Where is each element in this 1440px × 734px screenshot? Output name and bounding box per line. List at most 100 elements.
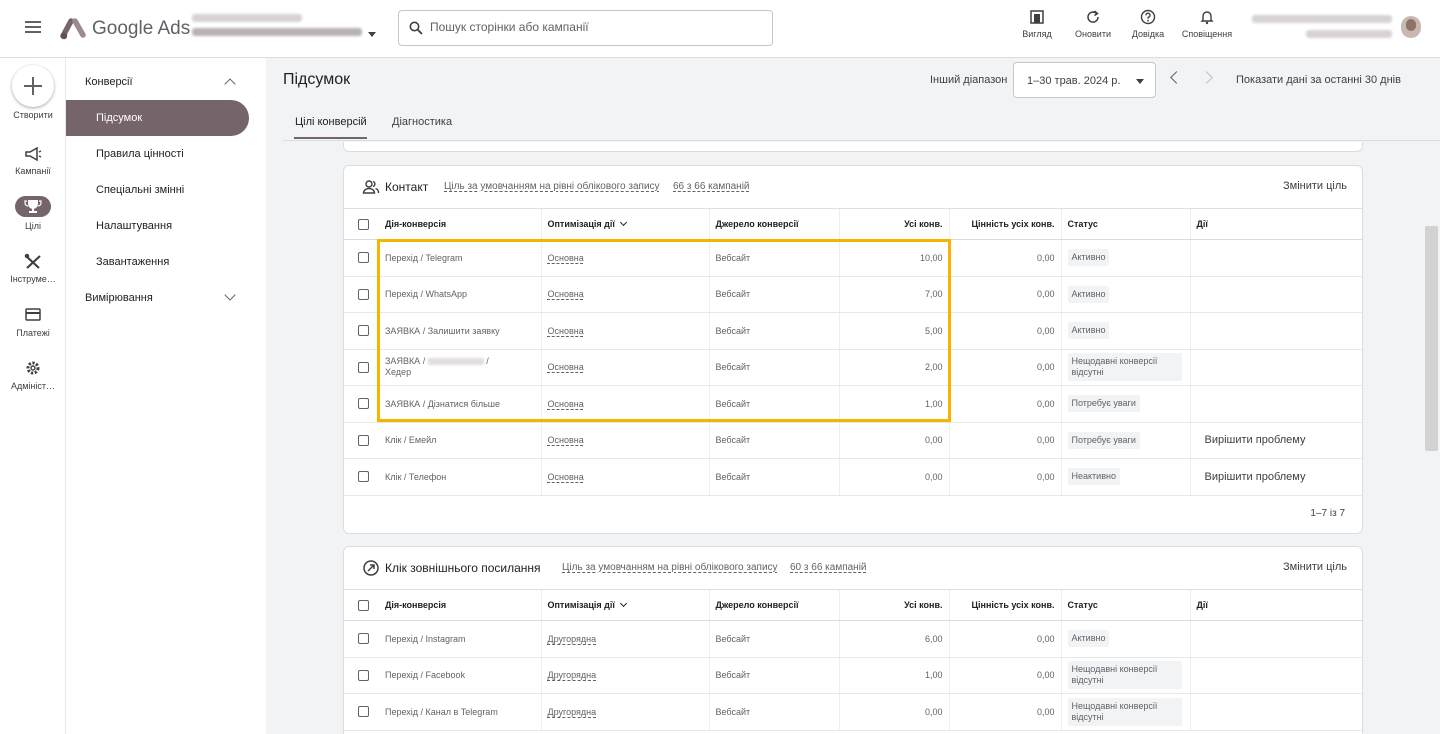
column-header-optimization[interactable]: Оптимізація дії [540,589,709,621]
conversion-action-name[interactable]: ЗАЯВКА / Залишити заявку [379,312,541,350]
column-header-action[interactable]: Дія-конверсія [379,589,541,621]
checkbox[interactable] [358,218,369,230]
subnav-group-measurement[interactable]: Вимірювання [85,292,153,304]
gear-icon[interactable] [0,360,66,376]
table-row[interactable]: Перехід / Канал в Telegram Другорядна Ве… [344,693,1362,731]
column-header-source[interactable]: Джерело конверсії [708,589,839,621]
show-last-30-days-link[interactable]: Показати дані за останні 30 днів [1236,74,1401,86]
table-row[interactable]: Перехід / Instagram Другорядна Вебсайт 6… [344,620,1362,658]
help-button[interactable]: Довідка [1128,9,1168,39]
optimization-value[interactable]: Основна [548,362,584,372]
conversion-action-name[interactable]: Перехід / Telegram [379,239,541,277]
optimization-value[interactable]: Основна [548,399,584,409]
subnav-item-custom-variables[interactable]: Спеціальні змінні [96,184,184,196]
table-row[interactable]: ЗАЯВКА / / Хедер Основна Вебсайт 2,00 0,… [344,349,1362,386]
notifications-button[interactable]: Сповіщення [1178,9,1236,39]
chevron-right-icon[interactable] [1200,71,1213,84]
column-header-all-conv-value[interactable]: Цінність усіх конв. [948,208,1061,240]
optimization-value[interactable]: Основна [548,253,584,263]
column-header-actions[interactable]: Дії [1189,589,1362,621]
tab-conversion-goals[interactable]: Цілі конверсій [295,116,367,128]
admin-label[interactable]: Адмініст… [0,381,66,391]
subnav-item-settings[interactable]: Налаштування [96,220,172,232]
checkbox[interactable] [358,633,369,645]
subnav-item-value-rules[interactable]: Правила цінності [96,148,184,160]
subnav-group-conversions[interactable]: Конверсії [85,76,133,88]
resolve-issue-link[interactable]: Вирішити проблему [1189,458,1362,496]
optimization-value[interactable]: Другорядна [548,634,597,644]
subnav-item-summary[interactable]: Підсумок [66,100,249,136]
campaigns-count-link[interactable]: 60 з 66 кампаній [790,562,867,573]
campaigns-count-link[interactable]: 66 з 66 кампаній [673,181,750,192]
optimization-value[interactable]: Основна [548,435,584,445]
conversion-action-name[interactable]: Перехід / WhatsApp [379,276,541,313]
checkbox[interactable] [358,252,369,264]
menu-icon[interactable] [22,18,44,40]
optimization-value[interactable]: Основна [548,326,584,336]
checkbox[interactable] [358,706,369,718]
optimization-value[interactable]: Другорядна [548,707,597,717]
checkbox[interactable] [358,471,369,483]
conversion-action-name[interactable]: Перехід / Канал в Telegram [379,693,541,731]
column-header-source[interactable]: Джерело конверсії [708,208,839,240]
conversion-action-name[interactable]: Перехід / Instagram [379,620,541,658]
view-button[interactable]: Вигляд [1020,9,1054,39]
checkbox[interactable] [358,288,369,300]
checkbox[interactable] [358,669,369,681]
user-account-info[interactable] [1252,15,1392,38]
search-input[interactable] [430,20,760,34]
chevron-down-icon[interactable] [224,289,236,301]
table-row[interactable]: ЗАЯВКА / Залишити заявку Основна Вебсайт… [344,312,1362,350]
checkbox[interactable] [358,398,369,410]
checkbox[interactable] [358,325,369,337]
checkbox[interactable] [358,434,369,446]
table-row[interactable]: ЗАЯВКА / Дізнатися більше Основна Вебсай… [344,385,1362,423]
table-row[interactable]: Перехід / Telegram Основна Вебсайт 10,00… [344,239,1362,277]
column-header-optimization[interactable]: Оптимізація дії [540,208,709,240]
checkbox[interactable] [358,361,369,373]
table-row[interactable]: Клік / Телефон Основна Вебсайт 0,00 0,00… [344,458,1362,496]
change-goal-button[interactable]: Змінити ціль [1283,561,1347,573]
select-all-checkbox[interactable] [344,208,379,240]
scrollbar-thumb[interactable] [1425,226,1438,451]
refresh-button[interactable]: Оновити [1072,9,1114,39]
conversion-action-name[interactable]: Клік / Емейл [379,422,541,459]
table-row[interactable]: Клік / Емейл Основна Вебсайт 0,00 0,00 П… [344,422,1362,459]
checkbox[interactable] [358,599,369,611]
account-selector[interactable] [192,14,367,36]
search-box[interactable] [398,10,773,46]
chevron-left-icon[interactable] [1170,71,1183,84]
select-all-checkbox[interactable] [344,589,379,621]
column-header-status[interactable]: Статус [1060,589,1190,621]
change-goal-button[interactable]: Змінити ціль [1283,180,1347,192]
avatar[interactable] [1401,16,1421,38]
column-header-action[interactable]: Дія-конверсія [379,208,541,240]
card-icon[interactable] [0,307,66,323]
optimization-value[interactable]: Основна [548,289,584,299]
chevron-down-icon[interactable] [368,32,376,37]
megaphone-icon[interactable] [0,146,66,162]
wrench-icon[interactable] [0,253,66,269]
conversion-action-name[interactable]: ЗАЯВКА / Дізнатися більше [379,385,541,423]
chevron-up-icon[interactable] [224,78,236,90]
default-goal-link[interactable]: Ціль за умовчанням на рівні облікового з… [444,181,660,192]
campaigns-label[interactable]: Кампанії [0,166,66,176]
table-row[interactable]: Перехід / Facebook Другорядна Вебсайт 1,… [344,657,1362,694]
conversion-action-name[interactable]: Перехід / Facebook [379,657,541,694]
goals-label[interactable]: Цілі [0,221,66,231]
tools-label[interactable]: Інструме… [0,274,66,284]
create-button[interactable] [12,65,54,107]
optimization-value[interactable]: Другорядна [548,670,597,680]
conversion-action-name[interactable]: Клік / Телефон [379,458,541,496]
tab-diagnostics[interactable]: Діагностика [392,116,452,128]
column-header-status[interactable]: Статус [1060,208,1190,240]
default-goal-link[interactable]: Ціль за умовчанням на рівні облікового з… [562,562,778,573]
column-header-all-conv-value[interactable]: Цінність усіх конв. [948,589,1061,621]
column-header-all-conversions[interactable]: Усі конв. [838,208,949,240]
date-range-select[interactable]: 1–30 трав. 2024 р. [1013,62,1156,98]
billing-label[interactable]: Платежі [0,328,66,338]
subnav-item-uploads[interactable]: Завантаження [96,256,169,268]
optimization-value[interactable]: Основна [548,472,584,482]
conversion-action-name[interactable]: ЗАЯВКА / / Хедер [379,349,541,386]
column-header-all-conversions[interactable]: Усі конв. [838,589,949,621]
